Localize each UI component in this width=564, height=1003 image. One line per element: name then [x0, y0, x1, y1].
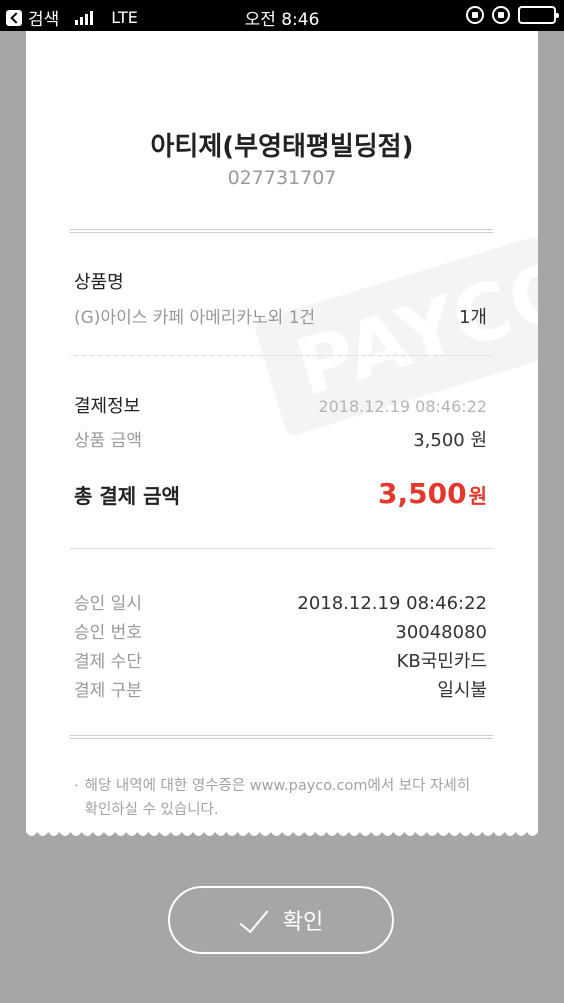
divider	[70, 735, 493, 739]
receipt-card: PAYCO 아티제(부영태평빌딩점) 027731707 상품명 (G)아이스 …	[26, 31, 538, 830]
note-bullet: ·	[74, 778, 79, 794]
payment-section-title: 결제정보	[74, 396, 141, 417]
total-amount-unit: 원	[468, 484, 487, 508]
payment-info-header: 결제정보 2018.12.19 08:46:22	[74, 392, 487, 418]
note-text: 해당 내역에 대한 영수증은 www.payco.com에서 보다 자세히 확인…	[84, 778, 471, 818]
store-name: 아티제(부영태평빌딩점)	[150, 132, 414, 162]
detail-label: 승인 번호	[74, 623, 142, 643]
orientation-lock-icon	[466, 6, 484, 24]
detail-row: 승인 일시 2018.12.19 08:46:22	[74, 589, 487, 614]
divider	[70, 548, 493, 549]
detail-value: 2018.12.19 08:46:22	[297, 593, 487, 614]
detail-value: 30048080	[395, 622, 487, 643]
product-amount-value: 3,500 원	[413, 430, 487, 451]
receipt-note: · 해당 내역에 대한 영수증은 www.payco.com에서 보다 자세히 …	[74, 774, 474, 822]
detail-value: KB국민카드	[396, 651, 487, 672]
detail-row: 승인 번호 30048080	[74, 618, 487, 643]
battery-icon	[518, 6, 559, 24]
product-amount-row: 상품 금액 3,500 원	[74, 426, 487, 452]
detail-row: 결제 구분 일시불	[74, 676, 487, 702]
divider	[70, 355, 493, 356]
product-name: (G)아이스 카페 아메리카노외 1건	[74, 308, 316, 328]
total-label: 총 결제 금액	[74, 484, 180, 508]
product-qty: 1개	[458, 307, 487, 328]
total-amount: 3,500 원	[378, 477, 487, 510]
total-row: 총 결제 금액 3,500 원	[74, 477, 487, 510]
total-amount-number: 3,500	[378, 477, 467, 510]
detail-row: 결제 수단 KB국민카드	[74, 647, 487, 673]
store-phone: 027731707	[227, 167, 337, 189]
product-section-title: 상품명	[74, 272, 124, 293]
detail-label: 결제 수단	[74, 652, 142, 672]
confirm-button[interactable]: 확인	[168, 886, 394, 954]
status-bar: 검색 LTE 오전 8:46	[0, 0, 564, 31]
confirm-label: 확인	[282, 910, 324, 935]
detail-label: 승인 일시	[74, 594, 142, 614]
detail-value: 일시불	[437, 680, 487, 701]
detail-label: 결제 구분	[74, 681, 142, 701]
payment-datetime: 2018.12.19 08:46:22	[318, 397, 487, 416]
product-amount-label: 상품 금액	[74, 431, 142, 451]
product-row: (G)아이스 카페 아메리카노외 1건 1개	[74, 303, 487, 329]
alarm-icon	[492, 6, 510, 24]
divider	[70, 229, 493, 233]
product-section-header: 상품명	[74, 268, 487, 294]
check-icon	[239, 906, 271, 934]
receipt-torn-edge	[26, 828, 538, 836]
